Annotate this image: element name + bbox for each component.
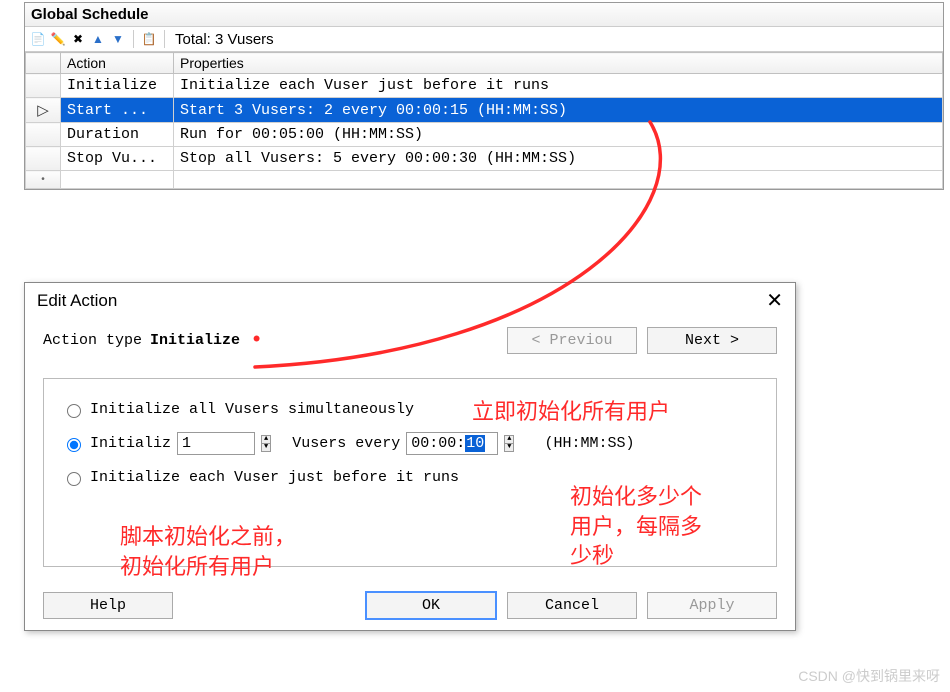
dot-icon: • [250, 336, 263, 346]
global-schedule-panel: Global Schedule 📄 ✏️ ✖ ▲ ▼ 📋 Total: 3 Vu… [24, 2, 944, 190]
row-marker: • [26, 171, 61, 189]
copy-icon[interactable]: 📋 [140, 30, 158, 48]
table-row[interactable]: DurationRun for 00:05:00 (HH:MM:SS) [26, 123, 943, 147]
table-row[interactable]: InitializeInitialize each Vuser just bef… [26, 74, 943, 98]
dialog-titlebar: Edit Action ✕ [25, 283, 795, 323]
radio-every[interactable]: Initializ ▲▼ Vusers every 00:00:10 ▲▼ (H… [62, 432, 762, 455]
radio-every-mid: Vusers every [292, 435, 400, 452]
radio-every-input[interactable] [67, 438, 81, 452]
cell-properties[interactable]: Stop all Vusers: 5 every 00:00:30 (HH:MM… [174, 147, 943, 171]
edit-action-dialog: Edit Action ✕ Action type Initialize • <… [24, 282, 796, 631]
radio-every-suffix: (HH:MM:SS) [544, 435, 634, 452]
close-icon[interactable]: ✕ [766, 293, 783, 309]
separator [133, 30, 134, 48]
panel-title: Global Schedule [25, 3, 943, 27]
row-marker [26, 74, 61, 98]
count-spinner[interactable]: ▲▼ [261, 435, 271, 452]
move-up-icon[interactable]: ▲ [89, 30, 107, 48]
action-type-label: Action type [43, 332, 142, 349]
next-button[interactable]: Next > [647, 327, 777, 354]
total-vusers-label: Total: 3 Vusers [175, 31, 274, 48]
table-row[interactable]: Stop Vu...Stop all Vusers: 5 every 00:00… [26, 147, 943, 171]
row-marker [26, 147, 61, 171]
add-icon[interactable]: 📄 [29, 30, 47, 48]
table-row-blank[interactable]: • [26, 171, 943, 189]
row-marker: ▷ [26, 98, 61, 123]
ok-button[interactable]: OK [365, 591, 497, 620]
radio-before-run-label: Initialize each Vuser just before it run… [90, 469, 459, 486]
cell-action[interactable]: Duration [61, 123, 174, 147]
schedule-table-wrap: Action Properties InitializeInitialize e… [25, 52, 943, 189]
toolbar: 📄 ✏️ ✖ ▲ ▼ 📋 Total: 3 Vusers [25, 27, 943, 52]
radio-simultaneous-label: Initialize all Vusers simultaneously [90, 401, 414, 418]
cell-action[interactable]: Start ... [61, 98, 174, 123]
radio-simultaneous[interactable]: Initialize all Vusers simultaneously [62, 401, 762, 418]
edit-icon[interactable]: ✏️ [49, 30, 67, 48]
cell-properties[interactable]: Start 3 Vusers: 2 every 00:00:15 (HH:MM:… [174, 98, 943, 123]
radio-every-prefix: Initializ [90, 435, 171, 452]
cell-action[interactable]: Stop Vu... [61, 147, 174, 171]
radio-simultaneous-input[interactable] [67, 404, 81, 418]
watermark: CSDN @快到锅里来呀 [798, 666, 940, 686]
radio-before-run-input[interactable] [67, 472, 81, 486]
vusers-count-input[interactable] [177, 432, 255, 455]
schedule-table[interactable]: Action Properties InitializeInitialize e… [25, 52, 943, 189]
interval-time-input[interactable]: 00:00:10 [406, 432, 498, 455]
time-spinner[interactable]: ▲▼ [504, 435, 514, 452]
row-marker [26, 123, 61, 147]
cell-properties[interactable]: Initialize each Vuser just before it run… [174, 74, 943, 98]
options-group: Initialize all Vusers simultaneously Ini… [43, 378, 777, 567]
separator [164, 30, 165, 48]
dialog-title-text: Edit Action [37, 291, 117, 311]
col-action[interactable]: Action [61, 53, 174, 74]
col-properties[interactable]: Properties [174, 53, 943, 74]
radio-before-run[interactable]: Initialize each Vuser just before it run… [62, 469, 762, 486]
previous-button[interactable]: < Previou [507, 327, 637, 354]
action-type-value: Initialize [150, 332, 240, 349]
table-row[interactable]: ▷Start ...Start 3 Vusers: 2 every 00:00:… [26, 98, 943, 123]
cell-properties[interactable]: Run for 00:05:00 (HH:MM:SS) [174, 123, 943, 147]
move-down-icon[interactable]: ▼ [109, 30, 127, 48]
help-button[interactable]: Help [43, 592, 173, 619]
delete-icon[interactable]: ✖ [69, 30, 87, 48]
cancel-button[interactable]: Cancel [507, 592, 637, 619]
apply-button[interactable]: Apply [647, 592, 777, 619]
cell-action[interactable]: Initialize [61, 74, 174, 98]
